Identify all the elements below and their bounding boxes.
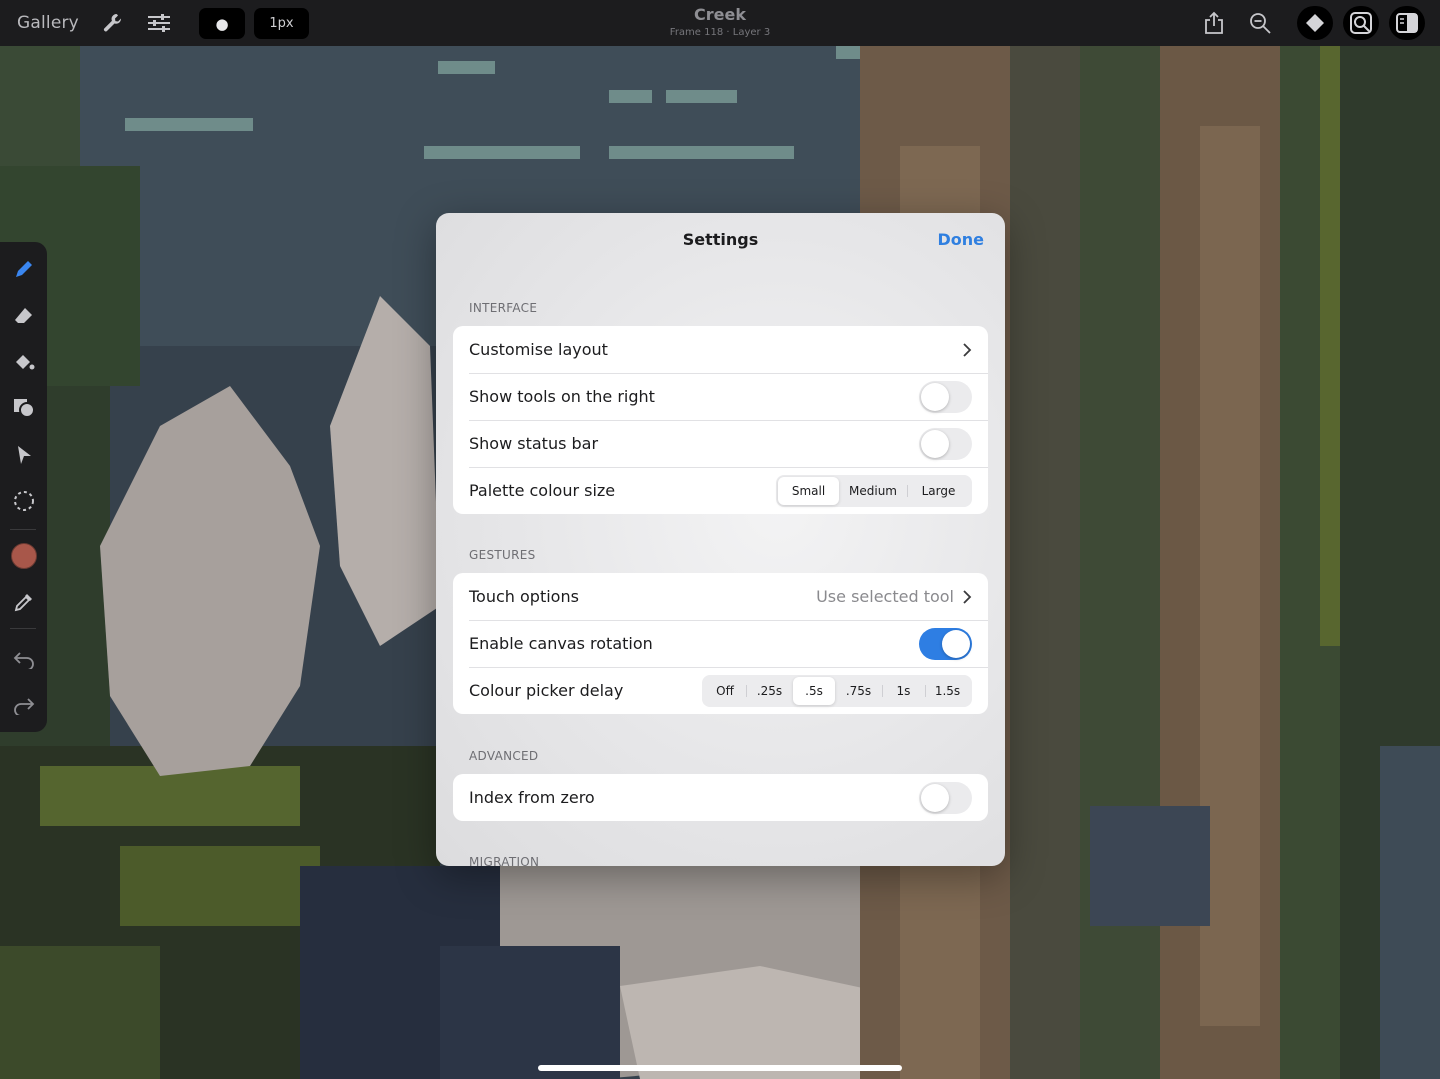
section-label-advanced: ADVANCED xyxy=(469,749,539,763)
delay-1s[interactable]: 1s xyxy=(882,677,925,705)
palette-size-medium[interactable]: Medium xyxy=(839,477,907,505)
customise-layout-row[interactable]: Customise layout xyxy=(453,326,988,373)
chevron-right-icon xyxy=(963,589,972,604)
eyedropper-icon[interactable] xyxy=(0,582,47,622)
palette-colour-size-label: Palette colour size xyxy=(469,481,616,500)
show-status-bar-row: Show status bar xyxy=(453,420,988,467)
toggle-knob xyxy=(942,629,970,658)
settings-title: Settings xyxy=(682,230,759,249)
share-icon[interactable] xyxy=(1201,0,1227,46)
toggle-knob xyxy=(921,783,949,812)
gallery-button[interactable]: Gallery xyxy=(17,0,79,46)
colour-picker-delay-row: Colour picker delay Off .25s .5s .75s 1s… xyxy=(453,667,988,714)
document-subtitle: Frame 118 · Layer 3 xyxy=(669,27,771,38)
section-label-migration: MIGRATION xyxy=(469,855,540,866)
show-tools-right-toggle[interactable] xyxy=(919,380,972,413)
delay-075s[interactable]: .75s xyxy=(835,677,882,705)
home-indicator[interactable] xyxy=(538,1065,902,1071)
brush-dot: ● xyxy=(215,14,229,33)
settings-modal: Settings Done INTERFACE Customise layout… xyxy=(436,213,1005,866)
index-from-zero-toggle[interactable] xyxy=(919,781,972,814)
done-button[interactable]: Done xyxy=(937,230,984,249)
delay-05s[interactable]: .5s xyxy=(793,676,835,705)
index-from-zero-row: Index from zero xyxy=(453,774,988,821)
toggle-knob xyxy=(921,429,949,458)
section-label-gestures: GESTURES xyxy=(469,548,536,562)
panel-icon[interactable] xyxy=(1389,6,1425,40)
brush-size-label: 1px xyxy=(269,16,294,31)
touch-options-value: Use selected tool xyxy=(816,587,954,606)
tool-sidebar xyxy=(0,242,47,732)
show-tools-right-row: Show tools on the right xyxy=(453,373,988,420)
index-from-zero-label: Index from zero xyxy=(469,788,595,807)
touch-options-label: Touch options xyxy=(469,587,579,606)
enable-canvas-rotation-row: Enable canvas rotation xyxy=(453,620,988,667)
show-status-bar-label: Show status bar xyxy=(469,434,599,453)
enable-canvas-rotation-label: Enable canvas rotation xyxy=(469,634,653,653)
undo-icon[interactable] xyxy=(0,639,47,679)
pencil-icon[interactable] xyxy=(0,249,47,289)
advanced-group: Index from zero xyxy=(453,774,988,821)
colour-swatch[interactable] xyxy=(0,536,47,576)
selection-icon[interactable] xyxy=(0,481,47,521)
touch-options-row[interactable]: Touch options Use selected tool xyxy=(453,573,988,620)
shapes-icon[interactable] xyxy=(0,388,47,428)
reference-icon[interactable] xyxy=(1343,6,1379,40)
delay-025s[interactable]: .25s xyxy=(746,677,793,705)
palette-colour-size-row: Palette colour size Small Medium Large xyxy=(453,467,988,514)
layers-icon[interactable] xyxy=(1297,6,1333,40)
delay-off[interactable]: Off xyxy=(704,677,746,705)
section-label-interface: INTERFACE xyxy=(469,301,538,315)
document-title: Creek xyxy=(694,5,746,24)
move-arrow-icon[interactable] xyxy=(0,435,47,475)
chevron-right-icon xyxy=(963,342,972,357)
delay-15s[interactable]: 1.5s xyxy=(925,677,970,705)
eraser-icon[interactable] xyxy=(0,296,47,336)
customise-layout-label: Customise layout xyxy=(469,340,608,359)
colour-picker-delay-label: Colour picker delay xyxy=(469,681,624,700)
redo-icon[interactable] xyxy=(0,685,47,725)
toggle-knob xyxy=(921,382,949,411)
app-screen: Gallery ● 1px Creek Frame 118 · Layer 3 xyxy=(0,0,1440,1079)
fill-bucket-icon[interactable] xyxy=(0,342,47,382)
toolbar-divider xyxy=(10,628,36,629)
zoom-icon[interactable] xyxy=(1247,0,1273,46)
toolbar-divider xyxy=(10,529,36,530)
show-tools-right-label: Show tools on the right xyxy=(469,387,655,406)
enable-canvas-rotation-toggle[interactable] xyxy=(919,627,972,660)
wrench-icon[interactable] xyxy=(100,0,126,46)
colour-picker-delay-segmented-control: Off .25s .5s .75s 1s 1.5s xyxy=(702,674,972,707)
document-title-block[interactable]: Creek Frame 118 · Layer 3 xyxy=(620,5,820,38)
sliders-icon[interactable] xyxy=(146,0,172,46)
brush-size-button[interactable]: 1px xyxy=(254,8,309,39)
palette-size-large[interactable]: Large xyxy=(907,477,970,505)
palette-size-segmented-control: Small Medium Large xyxy=(776,474,972,507)
palette-size-small[interactable]: Small xyxy=(778,476,839,505)
brush-indicator-button[interactable]: ● xyxy=(199,8,245,39)
interface-group: Customise layout Show tools on the right… xyxy=(453,326,988,514)
gestures-group: Touch options Use selected tool Enable c… xyxy=(453,573,988,714)
top-bar: Gallery ● 1px Creek Frame 118 · Layer 3 xyxy=(0,0,1440,46)
show-status-bar-toggle[interactable] xyxy=(919,427,972,460)
